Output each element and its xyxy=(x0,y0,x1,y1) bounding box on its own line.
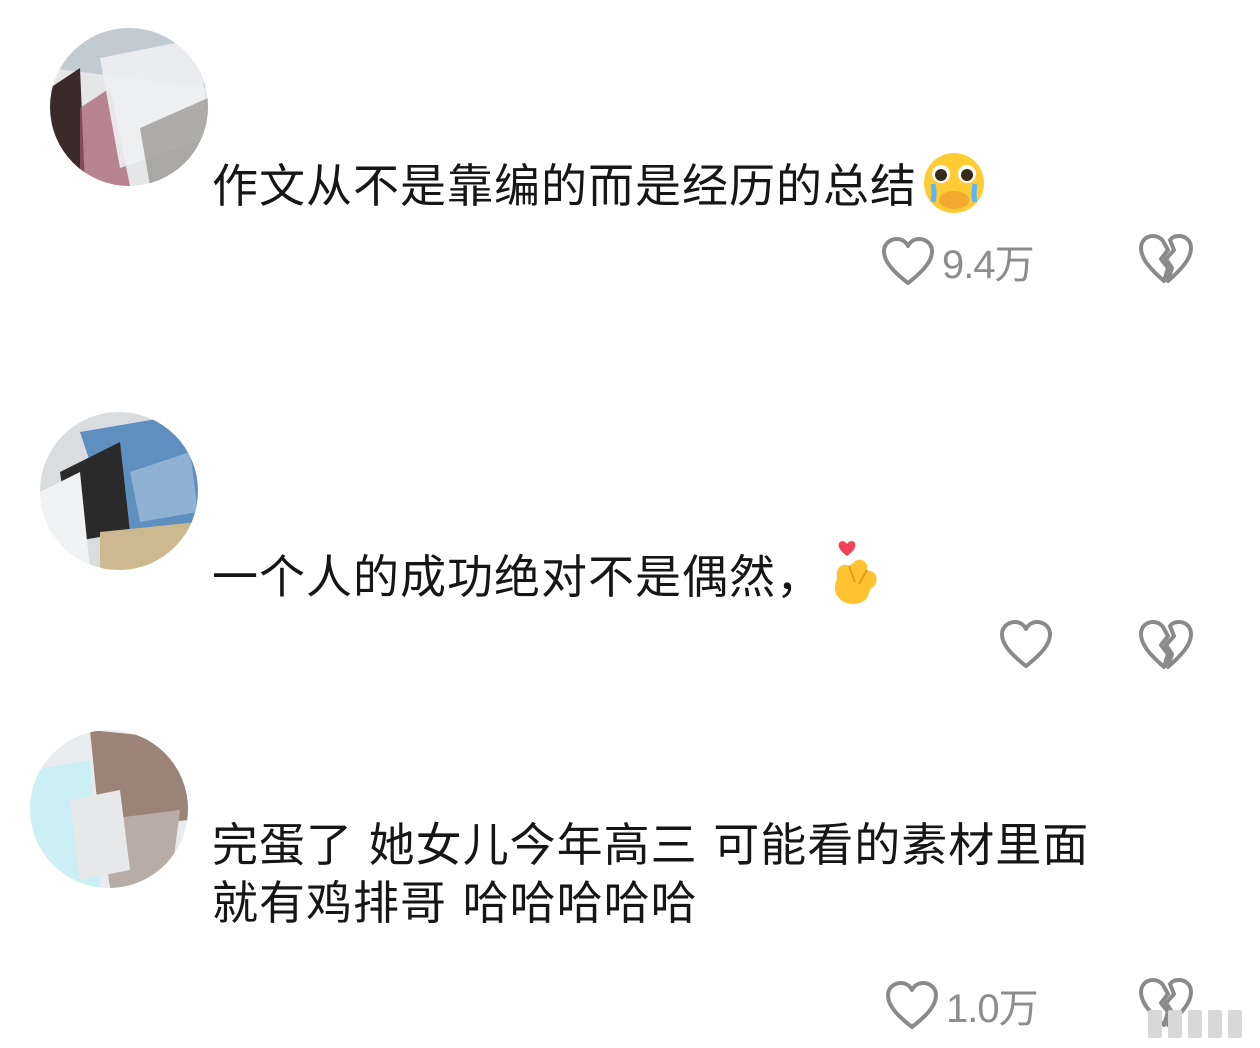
like-button[interactable] xyxy=(998,618,1060,670)
comment-item: 完蛋了 她女儿今年高三 可能看的素材里面 就有鸡排哥 哈哈哈哈哈 1.0万 xyxy=(0,700,1260,1048)
comment-item: 作文从不是靠编的而是经历的总结 9.4万 xyxy=(0,0,1260,300)
broken-heart-icon xyxy=(1139,234,1193,283)
comment-text-line: 完蛋了 她女儿今年高三 可能看的素材里面 xyxy=(212,818,1090,872)
dislike-button[interactable] xyxy=(1137,618,1195,672)
like-count: 9.4万 xyxy=(942,243,1035,287)
comment-text: 一个人的成功绝对不是偶然， xyxy=(212,550,823,604)
comment-item: 一个人的成功绝对不是偶然， xyxy=(0,390,1260,700)
like-button[interactable]: 9.4万 xyxy=(880,232,1035,290)
heart-outline-icon xyxy=(1000,620,1052,668)
dislike-button[interactable] xyxy=(1137,232,1195,286)
crying-covering-mouth-emoji xyxy=(921,150,987,229)
finger-heart-emoji xyxy=(827,538,885,623)
like-button[interactable]: 1.0万 xyxy=(884,976,1039,1034)
avatar[interactable] xyxy=(40,412,198,570)
like-count: 1.0万 xyxy=(946,987,1039,1031)
avatar[interactable] xyxy=(50,28,208,186)
avatar[interactable] xyxy=(30,730,188,888)
watermark xyxy=(1148,1010,1242,1038)
comment-text-line: 就有鸡排哥 哈哈哈哈哈 xyxy=(212,876,698,930)
heart-outline-icon xyxy=(886,981,938,1029)
comment-text: 作文从不是靠编的而是经历的总结 xyxy=(212,159,917,213)
heart-outline-icon xyxy=(882,237,934,285)
broken-heart-icon xyxy=(1139,620,1193,669)
